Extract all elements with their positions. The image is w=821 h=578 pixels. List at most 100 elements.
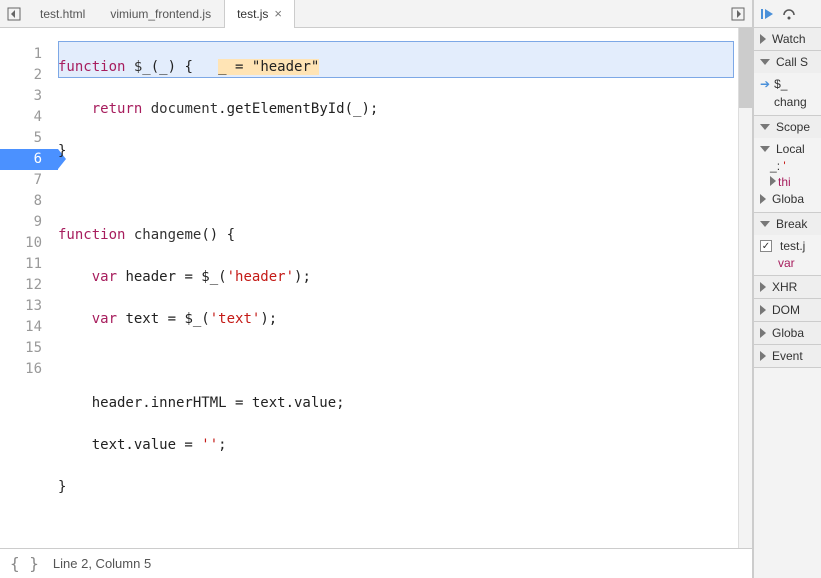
tab-nav-back-icon[interactable] [0,0,28,28]
code-line [58,183,752,204]
section-label: Call S [776,55,808,69]
scope-local-label: Local [776,142,805,156]
dom-section: DOM [754,299,821,322]
code-line: function $_(_) { _ = "header" [58,57,752,78]
code-line: text.value = ''; [58,435,752,456]
line-number: 15 [0,338,42,359]
line-gutter: 1 2 3 4 5 6 7 8 9 10 11 12 13 14 15 16 [0,28,58,548]
dom-header[interactable]: DOM [754,299,821,321]
scope-global[interactable]: Globa [760,190,815,208]
section-label: Break [776,217,807,231]
checkbox-icon[interactable]: ✓ [760,240,772,252]
var-value: ' [783,159,785,173]
line-number: 13 [0,296,42,317]
section-label: Globa [772,326,804,340]
stack-frame[interactable]: chang [760,93,815,111]
line-number: 1 [0,36,42,65]
breakpoint-file: test.j [780,239,805,253]
editor-pane: test.html vimium_frontend.js test.js× 1 … [0,0,753,578]
tab-vimium-frontend[interactable]: vimium_frontend.js [98,0,224,28]
breakpoint-item[interactable]: ✓ test.j [760,237,815,255]
watch-section: Watch [754,28,821,51]
line-number: 9 [0,212,42,233]
step-over-icon[interactable] [782,7,796,21]
code-line: } [58,141,752,162]
line-number: 7 [0,170,42,191]
inline-value-annotation: _ = "header" [218,59,319,75]
code-content[interactable]: function $_(_) { _ = "header" return doc… [58,28,752,548]
tab-test-html[interactable]: test.html [28,0,98,28]
line-number: 8 [0,191,42,212]
code-editor[interactable]: 1 2 3 4 5 6 7 8 9 10 11 12 13 14 15 16 f… [0,28,752,548]
code-line [58,519,752,540]
code-line: var text = $_('text'); [58,309,752,330]
frame-name: $_ [774,77,787,91]
scope-global-label: Globa [772,192,804,206]
scope-section: Scope Local _: ' thi Globa [754,116,821,213]
stack-frame[interactable]: ➔ $_ [760,75,815,93]
triangle-right-icon [760,351,766,361]
line-number: 10 [0,233,42,254]
line-number: 16 [0,359,42,380]
code-line: } [58,477,752,498]
triangle-right-icon [770,176,776,186]
triangle-down-icon [760,124,770,130]
resume-icon[interactable] [760,7,774,21]
global-listeners-header[interactable]: Globa [754,322,821,344]
section-label: Watch [772,32,806,46]
section-label: DOM [772,303,800,317]
line-number: 5 [0,128,42,149]
current-line-number: 6 [0,149,58,170]
tab-label: test.html [40,7,85,21]
cursor-position: Line 2, Column 5 [53,556,151,571]
triangle-down-icon [760,221,770,227]
status-bar: { } Line 2, Column 5 [0,548,752,578]
global-listeners-section: Globa [754,322,821,345]
section-label: Scope [776,120,810,134]
code-line: return document.getElementById(_); [58,99,752,120]
breakpoint-snippet: var [760,255,815,271]
triangle-right-icon [760,305,766,315]
current-frame-icon: ➔ [760,77,770,91]
code-line: header.innerHTML = text.value; [58,393,752,414]
event-listeners-section: Event [754,345,821,368]
triangle-right-icon [760,34,766,44]
debug-controls [754,0,821,28]
section-label: Event [772,349,803,363]
tab-label: test.js [237,7,268,21]
code-line: function changeme() { [58,225,752,246]
tab-bar: test.html vimium_frontend.js test.js × [0,0,752,28]
breakpoints-header[interactable]: Break [754,213,821,235]
line-number: 2 [0,65,42,86]
line-number: 14 [0,317,42,338]
triangle-down-icon [760,146,770,152]
tab-nav-forward-icon[interactable] [724,0,752,28]
pretty-print-icon[interactable]: { } [10,554,39,573]
line-number: 3 [0,86,42,107]
scope-variable[interactable]: _: ' [760,158,815,174]
watch-header[interactable]: Watch [754,28,821,50]
var-name: thi [778,175,791,189]
close-tab-icon[interactable]: × [274,6,282,21]
debugger-sidebar: Watch Call S ➔ $_ chang Scope Local _: ' … [753,0,821,578]
event-listeners-header[interactable]: Event [754,345,821,367]
code-line [58,351,752,372]
xhr-header[interactable]: XHR [754,276,821,298]
scope-local[interactable]: Local [760,140,815,158]
frame-name: chang [774,95,807,109]
breakpoints-section: Break ✓ test.j var [754,213,821,276]
scope-variable[interactable]: thi [760,174,815,190]
triangle-right-icon [760,328,766,338]
line-number: 11 [0,254,42,275]
line-number: 4 [0,107,42,128]
scrollbar-thumb[interactable] [739,28,752,108]
tab-label: vimium_frontend.js [110,7,211,21]
triangle-right-icon [760,282,766,292]
xhr-section: XHR [754,276,821,299]
section-label: XHR [772,280,797,294]
code-line: var header = $_('header'); [58,267,752,288]
callstack-header[interactable]: Call S [754,51,821,73]
tab-test-js[interactable]: test.js × [224,0,295,28]
scope-header[interactable]: Scope [754,116,821,138]
var-name: _ [770,159,777,173]
